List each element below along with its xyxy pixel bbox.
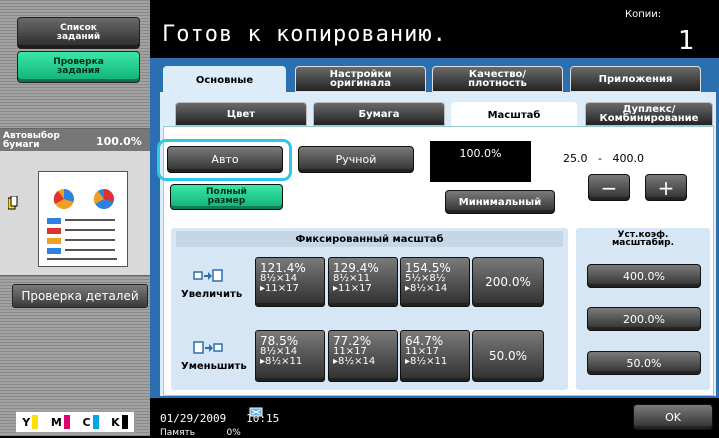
reduce-label: Уменьшить xyxy=(181,361,247,372)
preset-size-to: ▸8½×11 xyxy=(405,356,448,367)
preset-size-to: ▸8½×11 xyxy=(260,356,303,367)
fixed-zoom-header: Фиксированный масштаб xyxy=(176,231,563,247)
preset-enlarge-200[interactable]: 200.0% xyxy=(472,257,544,307)
job-list-label: Список заданий xyxy=(56,23,101,42)
auto-zoom-label: Авто xyxy=(211,153,239,166)
toner-m-bar xyxy=(63,415,70,429)
toner-k: K xyxy=(111,415,128,429)
preset-size-to: ▸11×17 xyxy=(260,283,299,294)
check-details-label: Проверка деталей xyxy=(21,289,139,303)
document-preview xyxy=(38,171,128,267)
plus-icon: + xyxy=(657,175,675,200)
minus-icon: − xyxy=(600,175,618,200)
network-icon xyxy=(249,404,263,423)
tab-applications[interactable]: Приложения xyxy=(570,66,701,92)
check-job-label: Проверка задания xyxy=(53,57,104,76)
current-zoom-display: 100.0% xyxy=(430,141,531,182)
tab-basic[interactable]: Основные xyxy=(163,66,286,94)
user-zoom-200[interactable]: 200.0% xyxy=(587,307,701,331)
subtab-color-label: Цвет xyxy=(226,108,256,120)
preset-size-to: ▸8½×14 xyxy=(405,283,448,294)
minimal-label: Минимальный xyxy=(458,196,542,208)
auto-zoom-button[interactable]: Авто xyxy=(167,146,283,173)
zoom-minus-button[interactable]: − xyxy=(588,174,630,201)
preview-panel: Автовыбор бумаги 100.0% xyxy=(0,128,150,276)
toner-y-bar xyxy=(32,415,39,429)
toner-k-bar xyxy=(121,415,128,429)
tab-original-settings[interactable]: Настройки оригинала xyxy=(295,66,426,92)
toner-m: M xyxy=(51,415,70,429)
tab-basic-label: Основные xyxy=(195,74,254,86)
original-icon xyxy=(7,195,18,210)
toner-k-label: K xyxy=(111,416,120,429)
range-max: 400.0 xyxy=(612,152,644,165)
copies-count: 1 xyxy=(678,26,695,56)
reduce-icon xyxy=(193,340,223,359)
ok-label: OK xyxy=(665,410,681,424)
zoom-plus-button[interactable]: + xyxy=(645,174,687,201)
preset-size-to: ▸11×17 xyxy=(333,283,372,294)
preset-reduce-3[interactable]: 64.7% 11×17 ▸8½×11 xyxy=(400,330,470,382)
zoom-range: 25.0 - 400.0 xyxy=(563,152,644,165)
subtab-duplex-label: Дуплекс/ Комбинирование xyxy=(599,104,699,124)
enlarge-icon xyxy=(193,268,223,287)
tab-applications-label: Приложения xyxy=(598,73,673,85)
subtab-color[interactable]: Цвет xyxy=(175,102,307,126)
paper-auto-label: Автовыбор бумаги xyxy=(3,131,60,150)
user-zoom-200-label: 200.0% xyxy=(623,312,665,326)
enlarge-label: Увеличить xyxy=(181,289,243,300)
user-zoom-400[interactable]: 400.0% xyxy=(587,264,701,288)
preset-200-label: 200.0% xyxy=(485,275,531,289)
full-size-label: Полный размер xyxy=(206,187,247,206)
subtab-paper-label: Бумага xyxy=(358,108,400,120)
check-job-button[interactable]: Проверка задания xyxy=(17,51,140,83)
tab-quality-density[interactable]: Качество/ плотность xyxy=(432,66,563,92)
subtab-duplex[interactable]: Дуплекс/ Комбинирование xyxy=(585,102,713,126)
job-list-button[interactable]: Список заданий xyxy=(17,17,140,49)
toner-m-label: M xyxy=(50,416,62,429)
toner-c: C xyxy=(82,415,99,429)
user-zoom-header: Уст.коэф. масштабир. xyxy=(611,230,675,248)
preset-enlarge-3[interactable]: 154.5% 5½×8½ ▸8½×14 xyxy=(400,257,470,307)
fixed-zoom-title: Фиксированный масштаб xyxy=(295,233,444,245)
preset-size-to: ▸8½×14 xyxy=(333,356,376,367)
toner-c-bar xyxy=(92,415,99,429)
preset-50-label: 50.0% xyxy=(488,349,528,363)
preset-reduce-2[interactable]: 77.2% 11×17 ▸8½×14 xyxy=(328,330,398,382)
ok-button[interactable]: OK xyxy=(633,404,713,430)
current-zoom-value: 100.0% xyxy=(459,147,502,160)
tab-original-label: Настройки оригинала xyxy=(329,69,392,89)
subtab-paper[interactable]: Бумага xyxy=(313,102,445,126)
user-zoom-400-label: 400.0% xyxy=(623,269,665,283)
status-message: Готов к копированию. xyxy=(162,22,447,47)
toner-y-label: Y xyxy=(22,416,31,429)
copies-label: Копии: xyxy=(625,9,662,20)
preset-enlarge-1[interactable]: 121.4% 8½×14 ▸11×17 xyxy=(255,257,325,307)
range-min: 25.0 xyxy=(563,152,588,165)
preset-reduce-50[interactable]: 50.0% xyxy=(472,330,544,382)
check-details-button[interactable]: Проверка деталей xyxy=(12,284,148,308)
preset-enlarge-2[interactable]: 129.4% 8½×11 ▸11×17 xyxy=(328,257,398,307)
date-text: 01/29/2009 xyxy=(160,412,227,425)
minimal-button[interactable]: Минимальный xyxy=(445,190,555,214)
subtab-zoom[interactable]: Масштаб xyxy=(451,102,577,128)
user-zoom-50[interactable]: 50.0% xyxy=(587,351,701,375)
preset-reduce-1[interactable]: 78.5% 8½×14 ▸8½×11 xyxy=(255,330,325,382)
subtab-zoom-label: Масштаб xyxy=(487,109,541,121)
memory-status: Память 0% xyxy=(160,428,241,438)
manual-zoom-label: Ручной xyxy=(335,153,377,166)
toner-y: Y xyxy=(22,415,39,429)
tab-quality-label: Качество/ плотность xyxy=(468,69,527,89)
full-size-button[interactable]: Полный размер xyxy=(170,184,283,210)
paper-scale-value: 100.0% xyxy=(96,135,142,148)
memory-value: 0% xyxy=(226,428,241,438)
user-zoom-50-label: 50.0% xyxy=(626,356,662,370)
range-dash: - xyxy=(598,152,602,165)
manual-zoom-button[interactable]: Ручной xyxy=(298,146,414,173)
toner-c-label: C xyxy=(82,416,91,429)
toner-levels: Y M C K xyxy=(15,411,135,433)
memory-label: Память xyxy=(160,428,196,438)
